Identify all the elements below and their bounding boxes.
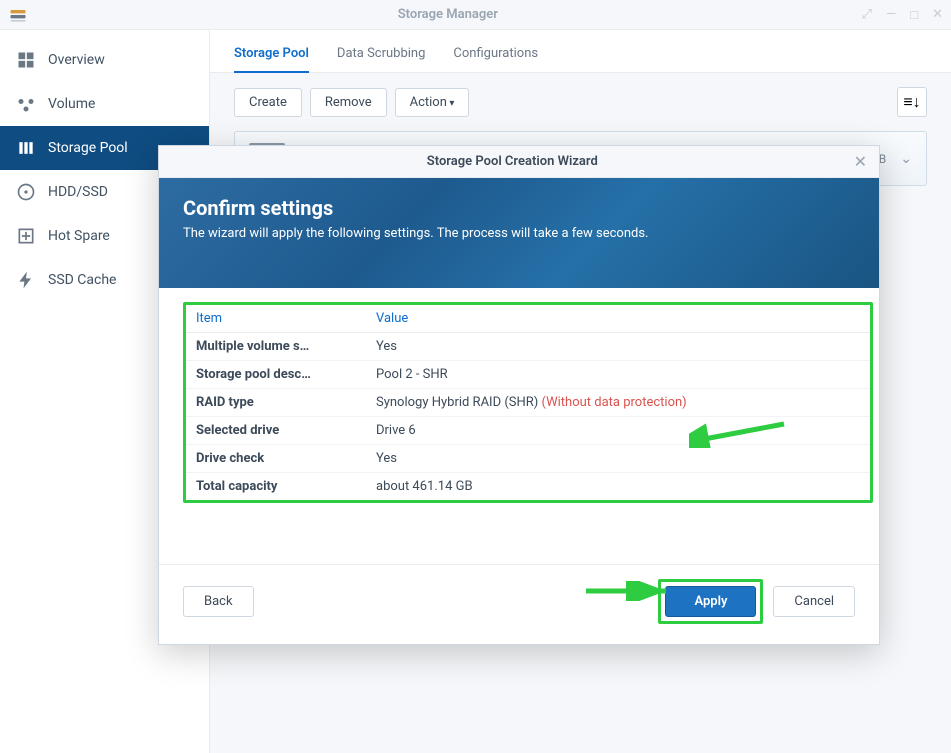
row-value: Yes <box>366 445 870 473</box>
toolbar: Create Remove Action ≡↓ <box>210 73 951 131</box>
settings-table: Item Value Multiple volume s… Yes Storag… <box>186 305 870 500</box>
wizard-header: Storage Pool Creation Wizard ✕ <box>159 146 879 178</box>
raid-warning: (Without data protection) <box>542 395 687 410</box>
row-item: Selected drive <box>186 417 366 445</box>
wizard-hero: Confirm settings The wizard will apply t… <box>159 178 879 288</box>
annotation-arrow-icon <box>584 581 674 601</box>
titlebar: Storage Manager ⤢ — □ ✕ <box>0 0 951 30</box>
close-icon[interactable]: ✕ <box>854 152 867 171</box>
row-item: Multiple volume s… <box>186 333 366 361</box>
hot-spare-icon <box>16 226 36 246</box>
overview-icon <box>16 50 36 70</box>
row-value: Drive 6 <box>366 417 870 445</box>
wizard-body: Item Value Multiple volume s… Yes Storag… <box>159 288 879 564</box>
table-row: RAID type Synology Hybrid RAID (SHR) (Wi… <box>186 389 870 417</box>
row-value: about 461.14 GB <box>366 473 870 501</box>
window-title: Storage Manager <box>34 7 862 22</box>
annotation-arrow-icon <box>689 418 789 448</box>
apply-highlight: Apply <box>658 579 763 624</box>
tab-storage-pool[interactable]: Storage Pool <box>234 40 309 73</box>
back-button[interactable]: Back <box>183 586 254 617</box>
sidebar-item-label: Overview <box>48 52 105 68</box>
settings-table-highlight: Item Value Multiple volume s… Yes Storag… <box>183 302 873 503</box>
volume-icon <box>16 94 36 114</box>
table-row: Multiple volume s… Yes <box>186 333 870 361</box>
sort-icon: ≡↓ <box>903 92 920 112</box>
hdd-icon <box>16 182 36 202</box>
sidebar-item-label: Storage Pool <box>48 140 128 156</box>
wizard-footer: Back Apply Cancel <box>159 564 879 644</box>
storage-pool-icon <box>16 138 36 158</box>
sort-button[interactable]: ≡↓ <box>897 87 927 117</box>
sidebar-item-label: Hot Spare <box>48 228 110 244</box>
row-item: Drive check <box>186 445 366 473</box>
tab-data-scrubbing[interactable]: Data Scrubbing <box>337 40 426 73</box>
wizard-heading: Confirm settings <box>183 196 855 220</box>
apply-button[interactable]: Apply <box>665 586 756 617</box>
row-item: Total capacity <box>186 473 366 501</box>
sidebar-item-label: HDD/SSD <box>48 184 108 200</box>
row-item: Storage pool desc… <box>186 361 366 389</box>
table-row: Storage pool desc… Pool 2 - SHR <box>186 361 870 389</box>
sidebar-item-overview[interactable]: Overview <box>0 38 209 82</box>
table-header-value: Value <box>366 305 870 333</box>
row-value: Yes <box>366 333 870 361</box>
table-header-item: Item <box>186 305 366 333</box>
sidebar-item-volume[interactable]: Volume <box>0 82 209 126</box>
chevron-down-icon[interactable]: ⌄ <box>900 151 912 167</box>
window-minimize-icon[interactable]: — <box>886 7 896 23</box>
window-pin-icon[interactable]: ⤢ <box>862 7 872 23</box>
row-value: Synology Hybrid RAID (SHR) (Without data… <box>366 389 870 417</box>
sidebar-item-label: Volume <box>48 96 95 112</box>
row-value: Pool 2 - SHR <box>366 361 870 389</box>
remove-button[interactable]: Remove <box>310 88 387 117</box>
cancel-button[interactable]: Cancel <box>773 586 855 617</box>
wizard-dialog: Storage Pool Creation Wizard ✕ Confirm s… <box>158 145 880 645</box>
tab-configurations[interactable]: Configurations <box>453 40 538 73</box>
window-close-icon[interactable]: ✕ <box>932 7 943 23</box>
create-button[interactable]: Create <box>234 88 302 117</box>
tab-bar: Storage Pool Data Scrubbing Configuratio… <box>210 30 951 73</box>
row-item: RAID type <box>186 389 366 417</box>
sidebar-item-label: SSD Cache <box>48 272 116 288</box>
table-row: Drive check Yes <box>186 445 870 473</box>
ssd-cache-icon <box>16 270 36 290</box>
window-maximize-icon[interactable]: □ <box>910 7 918 23</box>
wizard-title: Storage Pool Creation Wizard <box>171 154 854 169</box>
table-row: Total capacity about 461.14 GB <box>186 473 870 501</box>
wizard-subheading: The wizard will apply the following sett… <box>183 226 855 241</box>
app-icon <box>8 5 28 25</box>
action-button[interactable]: Action <box>395 88 470 117</box>
